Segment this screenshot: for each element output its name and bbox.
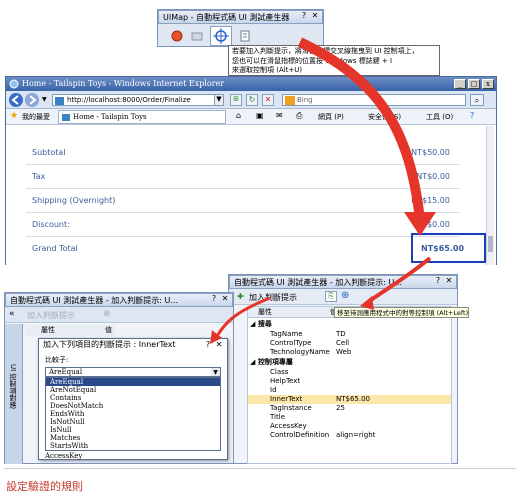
- caption-divider: [4, 468, 516, 469]
- arrow-head-left: [360, 296, 374, 310]
- figure-caption: 設定驗證的規則: [6, 480, 83, 493]
- arrow-to-grand-total: [297, 37, 425, 221]
- annotation-arrows: [210, 37, 436, 344]
- arrow-head-down: [404, 212, 436, 236]
- arrow-to-inner-text: [366, 256, 432, 304]
- arrow-to-dialog: [213, 296, 271, 341]
